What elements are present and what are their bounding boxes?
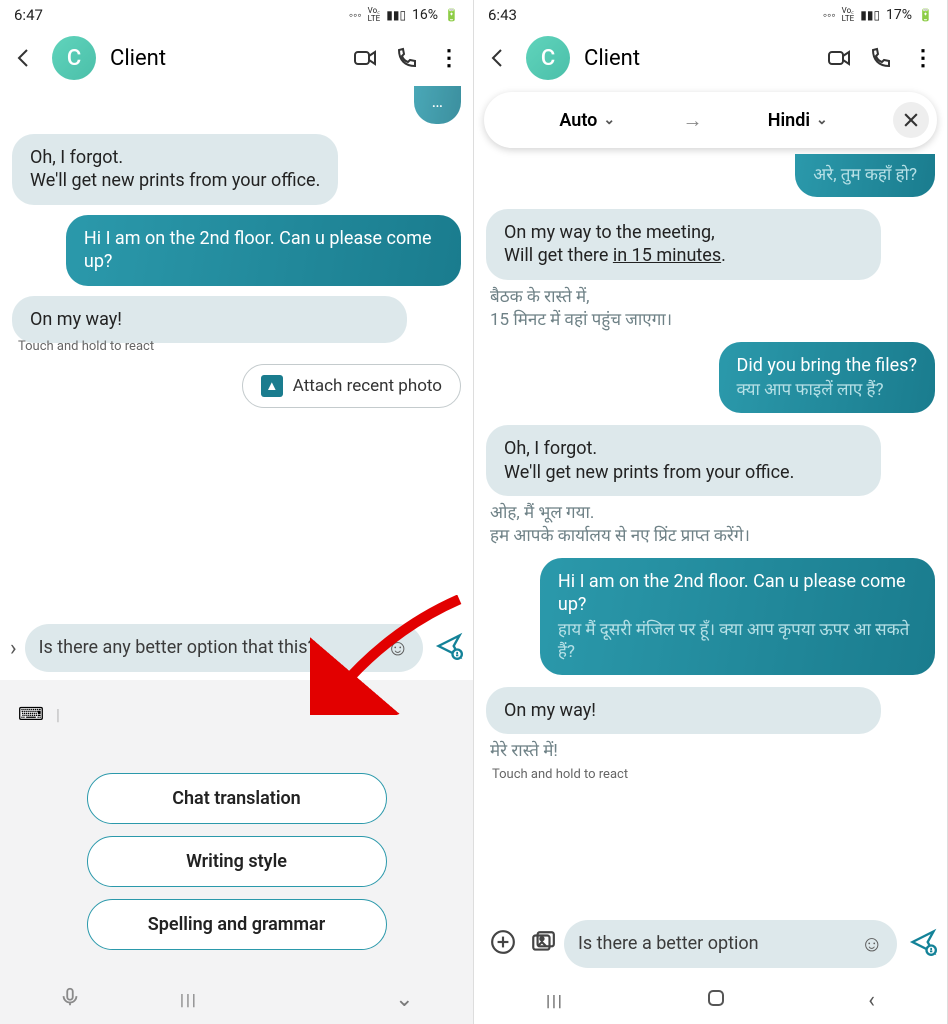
translation-text: मेरे रास्ते में! (486, 738, 935, 761)
keyboard-bottom-row: ||| ⌄ (10, 970, 463, 1016)
wifi-icon: ◦◦◦ (349, 8, 362, 22)
mic-icon[interactable] (59, 986, 81, 1012)
spelling-grammar-button[interactable]: Spelling and grammar (87, 899, 387, 950)
contact-name[interactable]: Client (584, 46, 811, 71)
emoji-button[interactable]: ☺ (387, 635, 409, 661)
status-time: 6:47 (14, 6, 43, 24)
input-text: Is there a better option (578, 932, 857, 955)
battery-label: 17% (886, 7, 912, 23)
voice-call-button[interactable] (867, 44, 895, 72)
source-language[interactable]: Auto ⌄ (492, 110, 683, 131)
nav-bar: ||| ‹ (474, 976, 947, 1024)
writing-style-button[interactable]: Writing style (87, 836, 387, 887)
collapse-button[interactable]: ⌄ (395, 987, 413, 1012)
message-received-group[interactable]: Oh, I forgot. We'll get new prints from … (486, 425, 935, 546)
translate-bar: Auto ⌄ → Hindi ⌄ (484, 92, 937, 148)
expand-button[interactable]: › (10, 636, 17, 661)
recents-button[interactable]: ||| (546, 991, 564, 1010)
message-received[interactable]: Oh, I forgot. We'll get new prints from … (486, 425, 881, 496)
gallery-button[interactable] (530, 929, 556, 959)
wifi-icon: ◦◦◦ (823, 8, 836, 22)
home-button[interactable] (708, 990, 724, 1010)
status-icons: ◦◦◦ Vo꜀LTE ▮▮▯ 17% 🔋 (823, 7, 933, 23)
battery-label: 16% (412, 7, 438, 23)
message-input[interactable]: Is there a better option ☺ (564, 920, 897, 968)
signal-icon: ▮▮▯ (386, 8, 406, 22)
send-button[interactable] (909, 928, 937, 960)
volte-icon: Vo꜀LTE (368, 7, 381, 23)
input-text: Is there any better option that this? (39, 636, 383, 659)
chevron-down-icon: ⌄ (816, 112, 828, 128)
chat-translation-button[interactable]: Chat translation (87, 773, 387, 824)
more-button[interactable]: ⋮ (909, 44, 937, 72)
assist-options: Chat translation Writing style Spelling … (10, 743, 463, 970)
battery-icon: 🔋 (918, 8, 933, 22)
status-bar: 6:47 ◦◦◦ Vo꜀LTE ▮▮▯ 16% 🔋 (0, 0, 473, 30)
attach-label: Attach recent photo (293, 376, 442, 396)
keyboard-icon[interactable]: ⌨ (18, 704, 44, 725)
chat-header: C Client ⋮ (474, 30, 947, 86)
volte-icon: Vo꜀LTE (842, 7, 855, 23)
arrow-icon: → (683, 108, 703, 133)
recents-button[interactable]: ||| (180, 990, 198, 1009)
message-received[interactable]: On my way to the meeting, Will get there… (486, 209, 881, 280)
video-call-button[interactable] (825, 44, 853, 72)
back-button[interactable] (484, 44, 512, 72)
back-nav-button[interactable]: ‹ (868, 988, 875, 1013)
screen-left: 6:47 ◦◦◦ Vo꜀LTE ▮▮▯ 16% 🔋 C Client ⋮ … O… (0, 0, 474, 1024)
add-button[interactable] (490, 929, 516, 959)
contact-name[interactable]: Client (110, 46, 337, 71)
message-received-group[interactable]: On my way to the meeting, Will get there… (486, 209, 935, 330)
message-received[interactable]: On my way! (12, 296, 407, 343)
message-sent[interactable]: … (414, 86, 461, 124)
screen-right: 6:43 ◦◦◦ Vo꜀LTE ▮▮▯ 17% 🔋 C Client ⋮ Aut… (474, 0, 948, 1024)
close-translate-button[interactable] (893, 102, 929, 138)
react-hint: Touch and hold to react (486, 767, 935, 782)
avatar[interactable]: C (52, 36, 96, 80)
message-sent[interactable]: Hi I am on the 2nd floor. Can u please c… (66, 215, 461, 286)
message-received-group[interactable]: On my way! मेरे रास्ते में! Touch and ho… (486, 687, 935, 782)
back-button[interactable] (10, 44, 38, 72)
send-button[interactable] (435, 632, 463, 664)
message-sent[interactable]: अरे, तुम कहाँ हो? (795, 154, 935, 197)
voice-call-button[interactable] (393, 44, 421, 72)
video-call-button[interactable] (351, 44, 379, 72)
keyboard-panel: ⌨ | Chat translation Writing style Spell… (0, 680, 473, 1024)
compose-row: › Is there any better option that this? … (0, 616, 473, 680)
compose-row: Is there a better option ☺ (474, 912, 947, 976)
message-sent[interactable]: Did you bring the files? क्या आप फाइलें … (719, 342, 935, 413)
react-hint: Touch and hold to react (12, 339, 461, 354)
chat-area[interactable]: … Oh, I forgot. We'll get new prints fro… (0, 86, 473, 616)
message-sent[interactable]: Hi I am on the 2nd floor. Can u please c… (540, 558, 935, 675)
status-bar: 6:43 ◦◦◦ Vo꜀LTE ▮▮▯ 17% 🔋 (474, 0, 947, 30)
chat-area[interactable]: अरे, तुम कहाँ हो? On my way to the meeti… (474, 154, 947, 912)
signal-icon: ▮▮▯ (860, 8, 880, 22)
avatar[interactable]: C (526, 36, 570, 80)
status-icons: ◦◦◦ Vo꜀LTE ▮▮▯ 16% 🔋 (349, 7, 459, 23)
status-time: 6:43 (488, 6, 517, 24)
translation-text: बैठक के रास्ते में, 15 मिनट में वहां पहु… (486, 284, 935, 330)
photo-icon: ▲ (261, 375, 283, 397)
chevron-down-icon: ⌄ (603, 112, 615, 128)
target-language[interactable]: Hindi ⌄ (703, 110, 894, 131)
message-received[interactable]: Oh, I forgot. We'll get new prints from … (12, 134, 338, 205)
attach-photo-chip[interactable]: ▲ Attach recent photo (242, 364, 461, 408)
message-input[interactable]: Is there any better option that this? ☺ (25, 624, 423, 672)
battery-icon: 🔋 (444, 8, 459, 22)
translation-text: ओह, मैं भूल गया. हम आपके कार्यालय से नए … (486, 500, 935, 546)
message-received[interactable]: On my way! (486, 687, 881, 734)
emoji-button[interactable]: ☺ (861, 931, 883, 957)
more-button[interactable]: ⋮ (435, 44, 463, 72)
chat-header: C Client ⋮ (0, 30, 473, 86)
